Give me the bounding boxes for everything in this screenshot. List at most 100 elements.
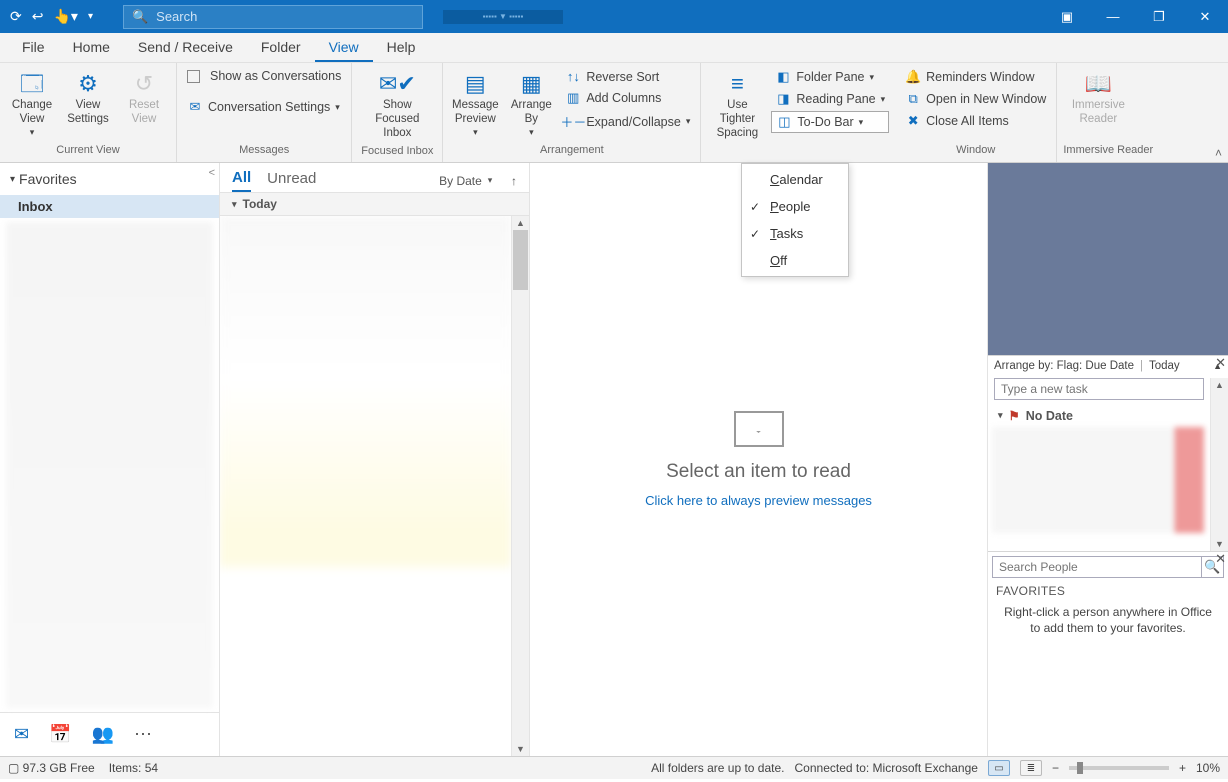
tab-folder[interactable]: Folder [247, 33, 315, 62]
group-window: 🔔Reminders Window ⧉Open in New Window ✖C… [895, 63, 1057, 162]
zoom-slider[interactable] [1069, 766, 1169, 770]
sync-icon[interactable]: ⟳ [10, 8, 22, 25]
view-settings-button[interactable]: ⚙View Settings [62, 67, 114, 131]
no-date-label: No Date [1026, 409, 1073, 423]
add-columns-button[interactable]: ▥Add Columns [561, 88, 694, 108]
ribbon-display-options-icon[interactable]: ▣ [1044, 0, 1090, 33]
undo-icon[interactable]: ↩ [32, 8, 44, 25]
always-preview-link[interactable]: Click here to always preview messages [645, 493, 872, 508]
folder-list-blurred [6, 222, 213, 708]
dropdown-item-calendar[interactable]: Calendar [742, 166, 848, 193]
show-as-conversations-checkbox[interactable]: Show as Conversations [183, 67, 345, 85]
folder-pane-button[interactable]: ◧Folder Pane ▾ [771, 67, 889, 87]
tab-home[interactable]: Home [59, 33, 124, 62]
chevron-down-icon: ▾ [10, 174, 15, 185]
group-messages-label: Messages [183, 144, 345, 162]
main-area: < ▾Favorites Inbox ✉ 📅 👥 ⋯ All Unread By… [0, 163, 1228, 756]
favorites-header[interactable]: ▾Favorites [0, 163, 219, 195]
envelope-icon [734, 411, 784, 447]
tab-all[interactable]: All [232, 169, 251, 192]
expand-collapse-button[interactable]: ＋－Expand/Collapse ▾ [561, 110, 694, 133]
dropdown-item-off[interactable]: Off [742, 247, 848, 274]
focused-inbox-icon: ✉✔ [379, 71, 416, 97]
nav-switcher: ✉ 📅 👥 ⋯ [0, 712, 219, 756]
calendar-peek[interactable] [988, 163, 1228, 355]
close-people-icon[interactable]: ✕ [1215, 551, 1226, 567]
collapse-folder-pane-icon[interactable]: < [209, 167, 215, 179]
title-bar: ⟳ ↩ 👆▾ ▾ 🔍 ▪▪▪▪▪ ▼ ▪▪▪▪▪ ▣ — ❐ ✕ [0, 0, 1228, 33]
zoom-out-button[interactable]: − [1052, 761, 1059, 775]
search-input[interactable] [156, 9, 414, 24]
reminders-window-button[interactable]: 🔔Reminders Window [901, 67, 1050, 87]
reset-view-button[interactable]: ↺Reset View [118, 67, 170, 131]
change-view-button[interactable]: 🗔Change View▾ [6, 67, 58, 142]
tab-help[interactable]: Help [373, 33, 430, 62]
message-list-scrollbar[interactable]: ▲ ▼ [511, 216, 529, 756]
reading-pane-button[interactable]: ◨Reading Pane ▾ [771, 89, 889, 109]
sort-by-date[interactable]: By Date ▾ ↑ [439, 174, 517, 188]
message-preview-label: Message Preview [451, 99, 499, 127]
open-new-label: Open in New Window [926, 92, 1046, 106]
minimize-button[interactable]: — [1090, 0, 1136, 33]
ribbon-tabs: File Home Send / Receive Folder View Hel… [0, 33, 1228, 63]
check-icon: ✓ [750, 200, 770, 214]
reverse-sort-label: Reverse Sort [586, 70, 659, 84]
close-button[interactable]: ✕ [1182, 0, 1228, 33]
maximize-button[interactable]: ❐ [1136, 0, 1182, 33]
close-tasks-icon[interactable]: ✕ [1215, 355, 1226, 371]
reading-pane-icon: ◨ [775, 91, 791, 107]
group-focused-label: Focused Inbox [358, 145, 436, 162]
people-nav-icon[interactable]: 👥 [92, 724, 114, 745]
scroll-down-icon[interactable]: ▼ [1211, 537, 1228, 551]
tab-file[interactable]: File [8, 33, 59, 62]
scroll-up-icon[interactable]: ▲ [1211, 378, 1228, 392]
tab-view[interactable]: View [315, 33, 373, 62]
task-group-no-date[interactable]: ▾ ⚑ No Date [988, 404, 1228, 427]
zoom-in-button[interactable]: + [1179, 761, 1186, 775]
todo-bar-button[interactable]: ◫To-Do Bar ▾ [771, 111, 889, 133]
dropdown-item-people[interactable]: ✓People [742, 193, 848, 220]
folder-inbox[interactable]: Inbox [0, 195, 219, 218]
change-view-label: Change View [8, 99, 56, 127]
close-all-items-button[interactable]: ✖Close All Items [901, 111, 1050, 131]
tasks-scrollbar[interactable]: ▲ ▼ [1210, 378, 1228, 551]
dropdown-item-tasks[interactable]: ✓Tasks [742, 220, 848, 247]
arrange-by-button[interactable]: ▦Arrange By▾ [505, 67, 557, 142]
message-preview-button[interactable]: ▤Message Preview▾ [449, 67, 501, 142]
tab-send-receive[interactable]: Send / Receive [124, 33, 247, 62]
tab-unread[interactable]: Unread [267, 170, 316, 191]
view-reading-button[interactable]: ≣ [1020, 760, 1042, 776]
new-task-input[interactable] [994, 378, 1204, 400]
scroll-thumb[interactable] [513, 230, 528, 290]
calendar-nav-icon[interactable]: 📅 [49, 724, 71, 745]
show-focused-inbox-button[interactable]: ✉✔Show Focused Inbox [358, 67, 436, 145]
search-box[interactable]: 🔍 [123, 5, 423, 29]
use-tighter-spacing-button[interactable]: ≡Use Tighter Spacing [707, 67, 767, 145]
expand-icon: ＋－ [565, 112, 581, 131]
view-normal-button[interactable]: ▭ [988, 760, 1010, 776]
collapse-ribbon-icon[interactable]: ˄ [1215, 146, 1222, 160]
tasks-arrange-header[interactable]: Arrange by: Flag: Due Date|Today ▲ [988, 356, 1228, 376]
sort-direction-icon[interactable]: ↑ [511, 174, 517, 188]
conversation-settings-button[interactable]: ✉Conversation Settings ▾ [183, 97, 345, 117]
reverse-sort-button[interactable]: ↑↓Reverse Sort [561, 67, 694, 86]
new-task-field[interactable] [994, 378, 1204, 400]
zoom-slider-handle[interactable] [1077, 762, 1083, 774]
scroll-up-icon[interactable]: ▲ [512, 216, 529, 230]
zoom-level[interactable]: 10% [1196, 761, 1220, 775]
status-free-space: ▢ 97.3 GB Free [8, 761, 95, 775]
tasks-arrange-label: Arrange by: Flag: Due Date [994, 360, 1134, 372]
group-today-label: Today [243, 197, 277, 211]
people-search-input[interactable] [992, 556, 1202, 578]
scroll-down-icon[interactable]: ▼ [512, 742, 529, 756]
more-nav-icon[interactable]: ⋯ [134, 724, 152, 745]
touch-mode-icon[interactable]: 👆▾ [53, 8, 77, 25]
group-today[interactable]: ▾Today [220, 192, 529, 216]
mail-nav-icon[interactable]: ✉ [14, 724, 29, 745]
people-favorites-hint: Right-click a person anywhere in Office … [988, 600, 1228, 640]
open-new-window-button[interactable]: ⧉Open in New Window [901, 89, 1050, 109]
immersive-label: Immersive Reader [1065, 99, 1131, 127]
qat-customize-icon[interactable]: ▾ [88, 11, 93, 22]
message-list[interactable]: ▲ ▼ [220, 216, 529, 756]
expand-collapse-label: Expand/Collapse [586, 115, 681, 129]
